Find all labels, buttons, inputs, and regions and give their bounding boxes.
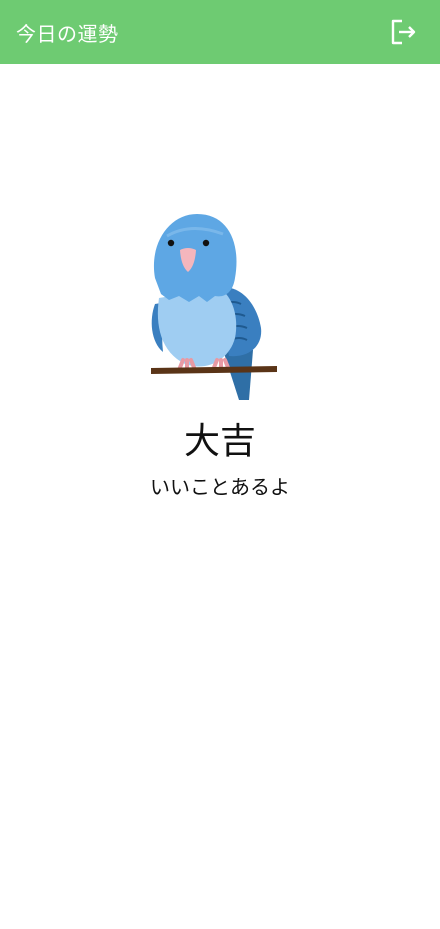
app-bar: 今日の運勢 xyxy=(0,0,440,64)
logout-icon xyxy=(391,19,416,45)
fortune-screen: 今日の運勢 大吉 いいことあるよ xyxy=(0,0,440,929)
fortune-message: いいことあるよ xyxy=(150,475,290,499)
app-title: 今日の運勢 xyxy=(16,21,119,46)
logout-button[interactable] xyxy=(388,17,418,47)
fortune-result: 大吉 xyxy=(183,421,256,462)
fortune-content: 大吉 いいことあるよ xyxy=(0,200,440,500)
parakeet-illustration xyxy=(151,214,277,400)
